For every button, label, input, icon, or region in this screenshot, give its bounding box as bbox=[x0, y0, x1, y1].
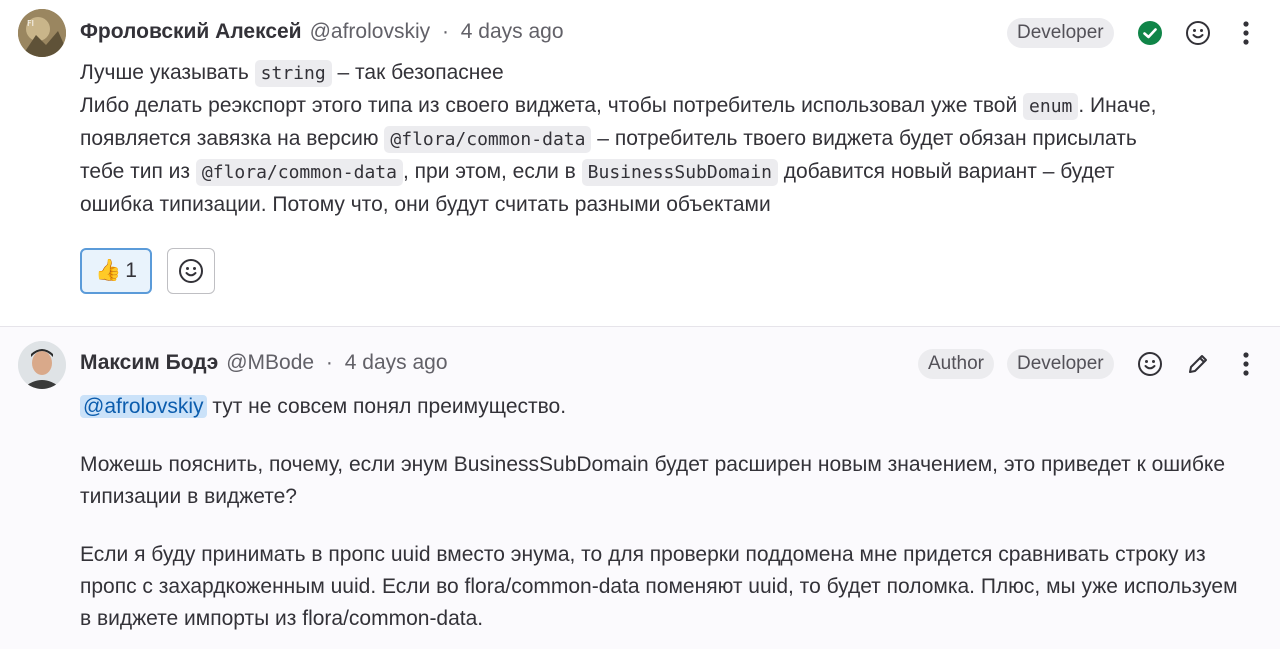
avatar-initials: FI bbox=[27, 19, 34, 28]
body-line: Лучше указывать string – так безопаснее bbox=[80, 57, 1250, 90]
smiley-icon bbox=[1186, 21, 1210, 45]
body-line: тебе тип из @flora/common-data, при этом… bbox=[80, 156, 1250, 189]
text: – потребитель твоего виджета будет обяза… bbox=[591, 127, 1137, 150]
role-badge-developer: Developer bbox=[1007, 18, 1114, 48]
text: , при этом, если в bbox=[402, 160, 582, 183]
text: добавится новый вариант – будет bbox=[777, 160, 1115, 183]
comment-note: Максим Бодэ @MBode · 4 days ago Author D… bbox=[0, 326, 1280, 649]
check-circle-icon bbox=[1138, 21, 1162, 45]
inline-code: BusinessSubDomain bbox=[581, 159, 778, 186]
add-reaction-button[interactable] bbox=[1133, 347, 1167, 381]
inline-code: @flora/common-data bbox=[195, 159, 403, 186]
inline-code: @flora/common-data bbox=[384, 126, 592, 153]
avatar[interactable] bbox=[18, 341, 66, 389]
text: тут не совсем понял преимущество. bbox=[206, 395, 567, 418]
author-handle[interactable]: @afrolovskiy bbox=[310, 20, 431, 43]
kebab-icon bbox=[1243, 21, 1249, 45]
role-badge-author: Author bbox=[918, 349, 994, 379]
text: – так безопаснее bbox=[331, 61, 504, 84]
edit-comment-button[interactable] bbox=[1181, 347, 1215, 381]
text: появляется завязка на версию bbox=[80, 127, 385, 150]
timestamp[interactable]: 4 days ago bbox=[345, 351, 448, 374]
inline-code: enum bbox=[1023, 93, 1079, 120]
comment-note: FI Фроловский Алексей @afrolovskiy · 4 d… bbox=[0, 0, 1280, 326]
inline-code: string bbox=[254, 60, 332, 87]
note-body: Лучше указывать string – так безопаснее … bbox=[80, 57, 1250, 221]
thumbs-up-reaction-button[interactable]: 👍 1 bbox=[80, 248, 152, 294]
body-paragraph: Можешь пояснить, почему, если энум Busin… bbox=[80, 453, 1225, 508]
author-handle[interactable]: @MBode bbox=[226, 351, 314, 374]
body-paragraph: Если я буду принимать в пропс uuid вмест… bbox=[80, 543, 1238, 630]
more-actions-button[interactable] bbox=[1229, 16, 1263, 50]
note-header: Фроловский Алексей @afrolovskiy · 4 days… bbox=[80, 20, 564, 44]
separator: · bbox=[441, 20, 449, 43]
text: тебе тип из bbox=[80, 160, 196, 183]
user-mention-link[interactable]: @afrolovskiy bbox=[80, 395, 207, 418]
author-name[interactable]: Максим Бодэ bbox=[80, 351, 218, 375]
kebab-icon bbox=[1243, 352, 1249, 376]
add-reaction-button[interactable] bbox=[167, 248, 215, 294]
note-body: @afrolovskiy тут не совсем понял преимущ… bbox=[80, 391, 1240, 635]
thumbs-up-icon: 👍 bbox=[95, 259, 122, 282]
add-reaction-button[interactable] bbox=[1181, 16, 1215, 50]
pencil-icon bbox=[1189, 355, 1207, 373]
more-actions-button[interactable] bbox=[1229, 347, 1263, 381]
separator: · bbox=[325, 351, 333, 374]
author-name[interactable]: Фроловский Алексей bbox=[80, 20, 302, 44]
body-line: Либо делать реэкспорт этого типа из свое… bbox=[80, 90, 1250, 123]
text: Либо делать реэкспорт этого типа из свое… bbox=[80, 94, 1024, 117]
body-paragraph: @afrolovskiy тут не совсем понял преимущ… bbox=[80, 391, 1240, 423]
avatar[interactable]: FI bbox=[18, 9, 66, 57]
body-line: появляется завязка на версию @flora/comm… bbox=[80, 123, 1250, 156]
smiley-icon bbox=[179, 259, 203, 283]
text: . Иначе, bbox=[1078, 94, 1157, 117]
text: Лучше указывать bbox=[80, 61, 255, 84]
reaction-count: 1 bbox=[125, 259, 137, 282]
timestamp[interactable]: 4 days ago bbox=[461, 20, 564, 43]
text: ошибка типизации. Потому что, они будут … bbox=[80, 193, 771, 216]
note-header: Максим Бодэ @MBode · 4 days ago bbox=[80, 351, 448, 375]
role-badge-developer: Developer bbox=[1007, 349, 1114, 379]
body-line: ошибка типизации. Потому что, они будут … bbox=[80, 189, 1250, 221]
smiley-icon bbox=[1138, 352, 1162, 376]
resolve-thread-button[interactable] bbox=[1133, 16, 1167, 50]
